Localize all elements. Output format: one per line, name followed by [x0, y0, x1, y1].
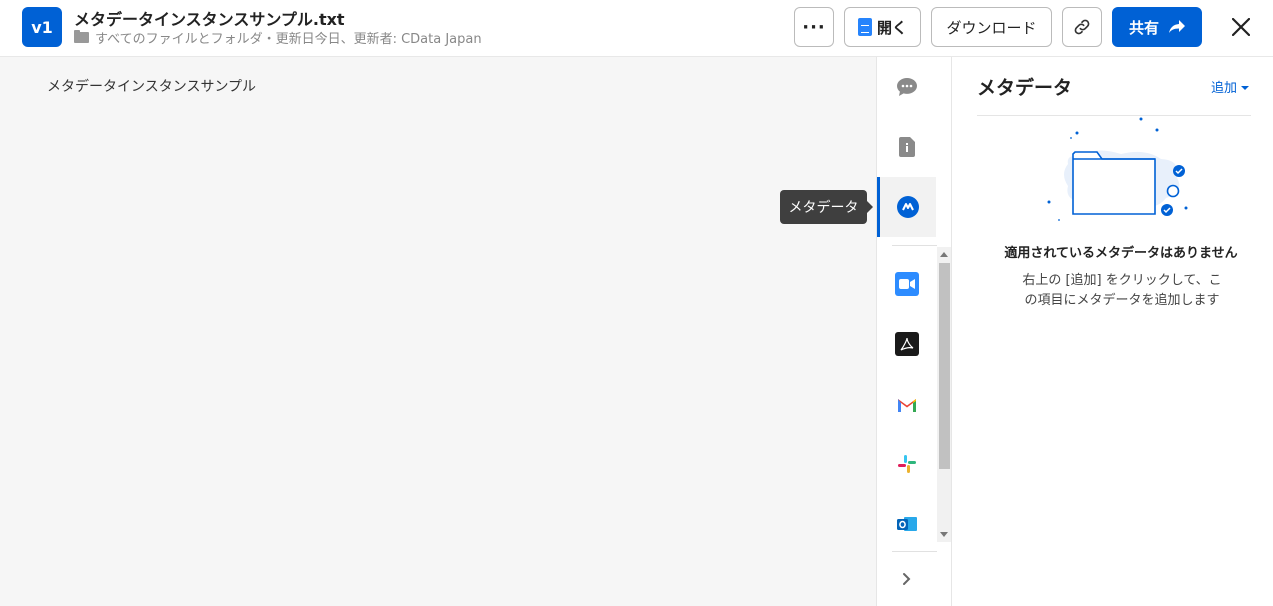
sidebar-expand-button[interactable]: [877, 552, 936, 606]
google-docs-icon: [857, 18, 872, 36]
zoom-icon: [894, 272, 919, 296]
empty-metadata-illustration: [1047, 117, 1188, 221]
sidebar-item-gmail[interactable]: [877, 374, 936, 434]
more-options-button[interactable]: ···: [794, 7, 834, 47]
file-breadcrumb: すべてのファイルとフォルダ・更新日今日、更新者: CData Japan: [74, 28, 482, 47]
scroll-up-arrow[interactable]: [940, 252, 948, 257]
add-metadata-button[interactable]: 追加: [1211, 77, 1250, 96]
download-button[interactable]: ダウンロード: [931, 7, 1052, 47]
sidebar-nav: [876, 57, 952, 606]
preview-content: メタデータインスタンスサンプル: [47, 79, 257, 95]
file-path-text[interactable]: すべてのファイルとフォルダ・更新日今日、更新者: CData Japan: [95, 28, 482, 47]
sidebar-divider: [892, 245, 937, 246]
sidebar-scrollbar[interactable]: [937, 247, 951, 542]
metadata-panel: メタデータ 追加 適用されているメタデータはありません 右上の [追加] をクリ…: [952, 57, 1273, 606]
outlook-icon: [896, 517, 917, 531]
share-button[interactable]: 共有: [1112, 7, 1202, 47]
sidebar-item-adobe[interactable]: [877, 314, 936, 374]
file-preview: メタデータインスタンスサンプル: [0, 57, 876, 606]
close-icon: [1232, 18, 1250, 36]
empty-state-title: 適用されているメタデータはありません: [1004, 246, 1238, 261]
link-icon: [1074, 19, 1090, 35]
add-metadata-label: 追加: [1211, 81, 1238, 96]
sidebar-item-slack[interactable]: [877, 434, 936, 494]
panel-title: メタデータ: [977, 77, 1073, 99]
comment-icon: [896, 78, 917, 96]
close-button[interactable]: [1226, 12, 1256, 42]
sidebar-item-zoom[interactable]: [877, 254, 936, 314]
scroll-down-arrow[interactable]: [940, 532, 948, 537]
metadata-tooltip: メタデータ: [780, 190, 873, 224]
empty-state-description: 右上の [追加] をクリックして、この項目にメタデータを追加します: [1022, 273, 1222, 308]
gmail-icon: [897, 398, 916, 412]
sidebar-item-outlook[interactable]: [877, 494, 936, 554]
sidebar-item-metadata[interactable]: [877, 177, 936, 237]
caret-down-icon: [1241, 85, 1250, 90]
version-badge[interactable]: v1: [22, 7, 62, 47]
metadata-icon: [897, 196, 919, 218]
file-title: メタデータインスタンスサンプル.txt: [74, 10, 345, 29]
scrollbar-thumb[interactable]: [939, 263, 950, 469]
slack-icon: [897, 455, 916, 473]
chevron-right-icon: [902, 573, 910, 585]
folder-icon: [74, 30, 89, 43]
share-button-label: 共有: [1128, 18, 1159, 37]
sidebar-item-details[interactable]: [877, 117, 936, 177]
file-info-icon: [898, 137, 915, 157]
sidebar-item-activity[interactable]: [877, 57, 936, 117]
copy-link-button[interactable]: [1062, 7, 1102, 47]
share-arrow-icon: [1169, 20, 1185, 33]
open-button[interactable]: 開く: [844, 7, 921, 47]
adobe-acrobat-icon: [894, 332, 919, 356]
open-button-label: 開く: [876, 18, 907, 37]
header: v1 メタデータインスタンスサンプル.txt すべてのファイルとフォルダ・更新日…: [0, 0, 1273, 57]
